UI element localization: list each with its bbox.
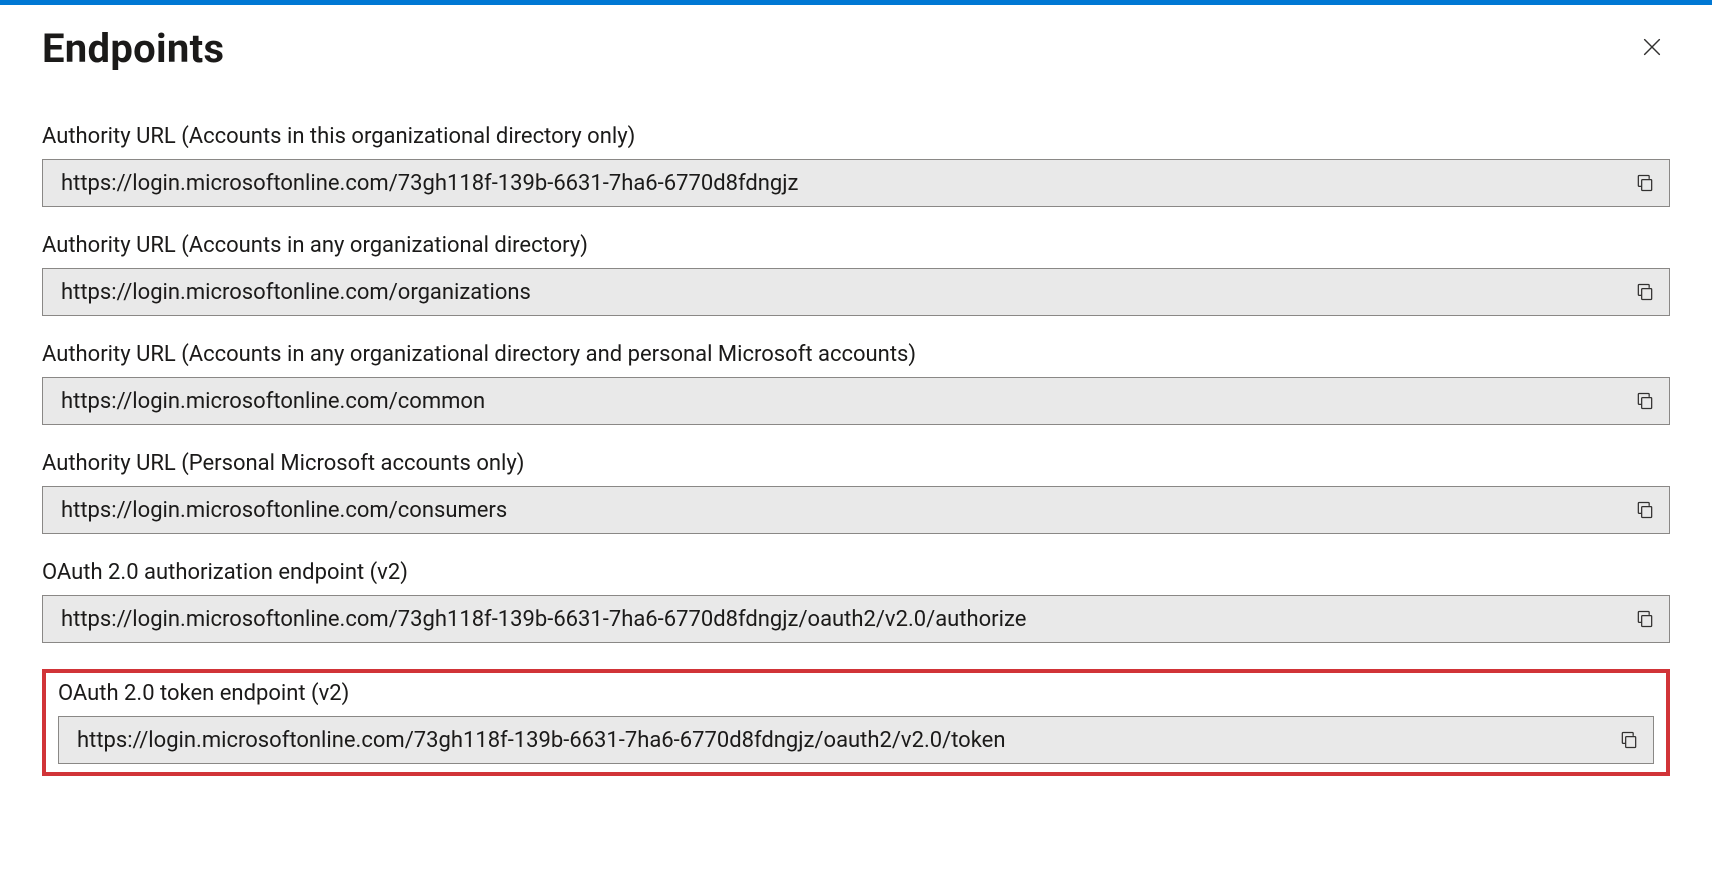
- panel-title: Endpoints: [42, 25, 224, 72]
- close-icon: [1641, 36, 1663, 58]
- endpoint-input[interactable]: [43, 269, 1621, 315]
- copy-button[interactable]: [1605, 717, 1653, 763]
- copy-button[interactable]: [1621, 487, 1669, 533]
- endpoint-item: OAuth 2.0 token endpoint (v2): [58, 681, 1654, 764]
- copy-button[interactable]: [1621, 596, 1669, 642]
- copy-icon: [1619, 730, 1639, 750]
- endpoint-input[interactable]: [43, 160, 1621, 206]
- endpoint-input[interactable]: [43, 596, 1621, 642]
- copy-button[interactable]: [1621, 378, 1669, 424]
- endpoint-label: OAuth 2.0 token endpoint (v2): [58, 681, 1654, 706]
- endpoints-list: Authority URL (Accounts in this organiza…: [42, 124, 1670, 776]
- copy-icon: [1635, 173, 1655, 193]
- endpoint-item: OAuth 2.0 authorization endpoint (v2): [42, 560, 1670, 643]
- panel-header: Endpoints: [42, 25, 1670, 72]
- endpoint-item: Authority URL (Accounts in any organizat…: [42, 233, 1670, 316]
- endpoint-label: Authority URL (Personal Microsoft accoun…: [42, 451, 1670, 476]
- endpoints-panel: Endpoints Authority URL (Accounts in thi…: [0, 5, 1712, 802]
- copy-icon: [1635, 609, 1655, 629]
- highlighted-endpoint: OAuth 2.0 token endpoint (v2): [42, 669, 1670, 776]
- endpoint-row: [42, 595, 1670, 643]
- endpoint-label: Authority URL (Accounts in this organiza…: [42, 124, 1670, 149]
- endpoint-row: [42, 486, 1670, 534]
- endpoint-label: OAuth 2.0 authorization endpoint (v2): [42, 560, 1670, 585]
- endpoint-input[interactable]: [59, 717, 1605, 763]
- close-button[interactable]: [1634, 29, 1670, 65]
- endpoint-input[interactable]: [43, 378, 1621, 424]
- endpoint-row: [58, 716, 1654, 764]
- endpoint-item: Authority URL (Accounts in any organizat…: [42, 342, 1670, 425]
- endpoint-label: Authority URL (Accounts in any organizat…: [42, 342, 1670, 367]
- endpoint-item: Authority URL (Personal Microsoft accoun…: [42, 451, 1670, 534]
- copy-icon: [1635, 391, 1655, 411]
- endpoint-row: [42, 159, 1670, 207]
- copy-button[interactable]: [1621, 160, 1669, 206]
- copy-icon: [1635, 282, 1655, 302]
- endpoint-row: [42, 268, 1670, 316]
- endpoint-input[interactable]: [43, 487, 1621, 533]
- copy-icon: [1635, 500, 1655, 520]
- endpoint-item: Authority URL (Accounts in this organiza…: [42, 124, 1670, 207]
- copy-button[interactable]: [1621, 269, 1669, 315]
- endpoint-row: [42, 377, 1670, 425]
- endpoint-label: Authority URL (Accounts in any organizat…: [42, 233, 1670, 258]
